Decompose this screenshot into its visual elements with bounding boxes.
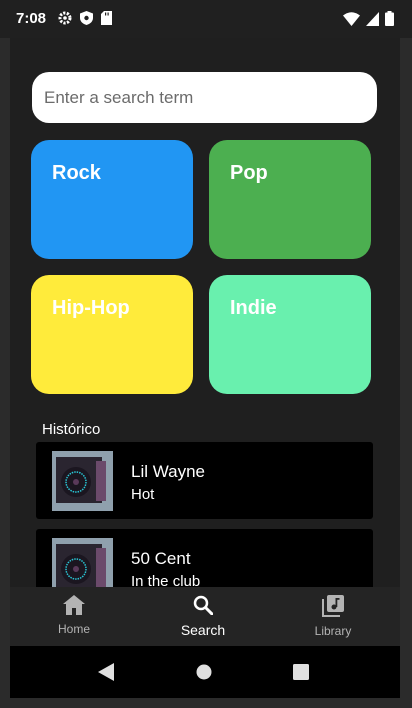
system-navigation-bar (10, 646, 400, 698)
home-icon (63, 595, 85, 620)
history-item[interactable]: Lil Wayne Hot (36, 442, 373, 519)
history-heading: Histórico (42, 421, 101, 438)
wifi-icon (343, 11, 360, 31)
nav-library[interactable]: Library (283, 595, 383, 638)
battery-icon (385, 11, 394, 31)
genre-tile-rock[interactable]: Rock (31, 140, 193, 259)
back-icon[interactable] (98, 663, 114, 686)
track-title: Hot (131, 486, 155, 503)
signal-icon (366, 11, 379, 31)
search-input[interactable] (32, 72, 377, 123)
genre-tile-indie[interactable]: Indie (209, 275, 371, 394)
library-icon (322, 595, 344, 622)
genre-label: Rock (52, 162, 101, 184)
settings-icon (58, 11, 72, 30)
search-icon (193, 595, 214, 620)
nav-library-label: Library (314, 624, 352, 638)
nav-search[interactable]: Search (153, 595, 253, 638)
nav-home-label: Home (57, 622, 90, 636)
nav-search-label: Search (180, 622, 226, 638)
sd-card-icon (101, 11, 112, 30)
track-artist: 50 Cent (131, 549, 191, 568)
album-art (52, 451, 113, 511)
status-icons-left (58, 11, 112, 30)
genre-label: Indie (230, 297, 277, 319)
home-circle-icon[interactable] (196, 664, 212, 685)
status-time: 7:08 (16, 10, 47, 27)
genre-label: Hip-Hop (52, 297, 130, 319)
device-frame-bottom (0, 698, 412, 708)
recents-icon[interactable] (293, 664, 309, 685)
genre-tile-pop[interactable]: Pop (209, 140, 371, 259)
genre-tile-hip-hop[interactable]: Hip-Hop (31, 275, 193, 394)
shield-icon (80, 11, 93, 30)
track-artist: Lil Wayne (131, 462, 206, 481)
app-screen: Rock Pop Hip-Hop Indie Histórico Lil Way… (10, 38, 400, 646)
nav-home[interactable]: Home (24, 595, 124, 636)
status-icons-right (343, 11, 394, 31)
bottom-navigation: Home Search Library (10, 587, 400, 646)
status-bar: 7:08 (0, 0, 412, 38)
genre-label: Pop (230, 162, 268, 184)
